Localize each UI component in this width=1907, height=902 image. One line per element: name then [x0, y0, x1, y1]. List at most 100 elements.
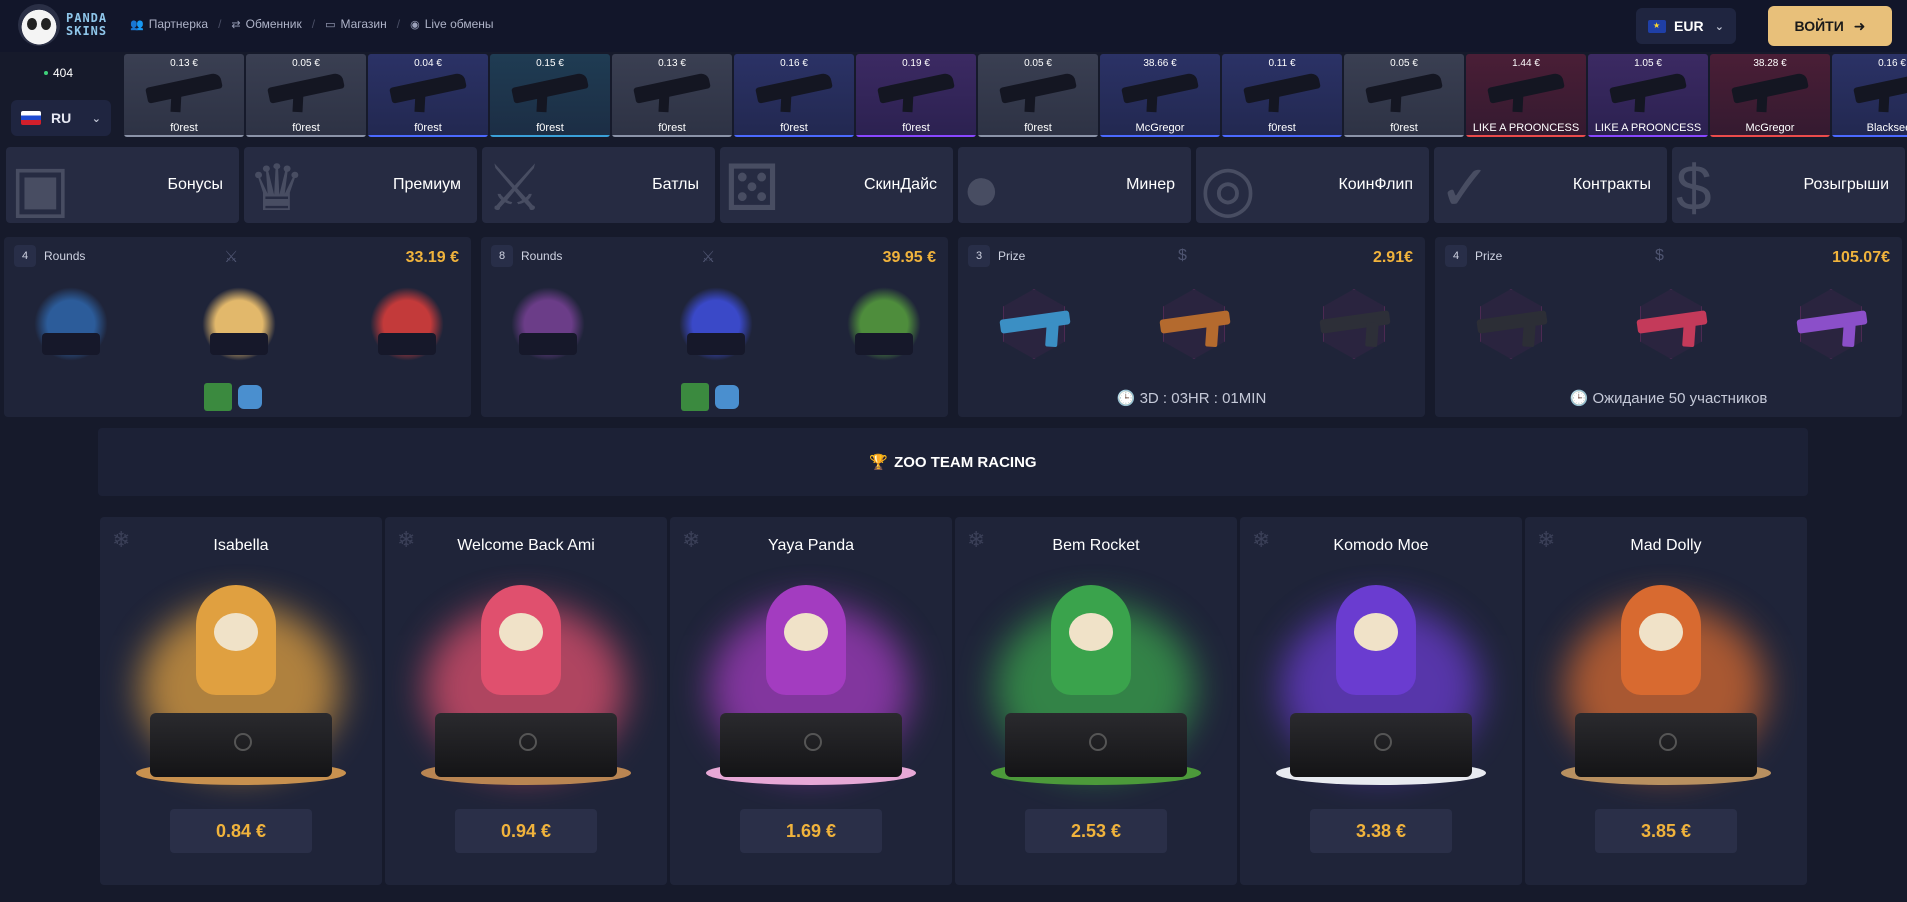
case-card[interactable]: ❄ Mad Dolly 3.85 €: [1525, 517, 1807, 885]
mode-4[interactable]: ⚄ СкинДайс: [720, 147, 953, 223]
pistol-thumbnail: [1308, 287, 1398, 361]
rarity-line: [1832, 135, 1907, 137]
drop-price: 0.05 €: [292, 58, 320, 69]
case-name: Bem Rocket: [1052, 537, 1140, 554]
contract-icon: ✓: [1438, 152, 1492, 223]
nav-partner[interactable]: 👥 Партнерка: [130, 17, 208, 31]
live-drop-item[interactable]: 0.16 € Blackseeb: [1832, 54, 1907, 137]
mode-5[interactable]: ● Минер: [958, 147, 1191, 223]
rarity-line: [246, 135, 366, 137]
battle-card[interactable]: 8 Rounds ⚔ 39.95 €: [481, 237, 948, 417]
drop-user-name: f0rest: [658, 122, 686, 134]
eu-flag-icon: [1648, 19, 1666, 33]
character-face: [214, 613, 258, 651]
live-drop-item[interactable]: 38.28 € McGregor: [1710, 54, 1830, 137]
battle-status: 3D : 03HR : 01MIN: [1139, 390, 1267, 407]
character-face: [1354, 613, 1398, 651]
mode-8[interactable]: $ Розыгрыши: [1672, 147, 1905, 223]
mode-label: Премиум: [392, 176, 461, 193]
battle-count: 8: [491, 245, 513, 267]
case-thumbnail: [370, 287, 444, 361]
case-thumbnail: [202, 287, 276, 361]
gift-icon: ▣: [10, 152, 71, 223]
chest-icon: [1575, 713, 1757, 777]
chest-icon: [1005, 713, 1187, 777]
character-face: [499, 613, 543, 651]
live-drop-item[interactable]: 0.05 € f0rest: [1344, 54, 1464, 137]
mode-3[interactable]: ⚔ Батлы: [482, 147, 715, 223]
battle-card[interactable]: 4 Prize $105.07€ 🕒 Ожидание 50 участников: [1435, 237, 1902, 417]
battle-head: 3 Prize: [968, 245, 1025, 267]
mode-7[interactable]: ✓ Контракты: [1434, 147, 1667, 223]
mode-2[interactable]: ♛ Премиум: [244, 147, 477, 223]
live-drop-item[interactable]: 0.11 € f0rest: [1222, 54, 1342, 137]
rifle-icon: [1731, 72, 1809, 104]
case-card[interactable]: ❄ Welcome Back Ami 0.94 €: [385, 517, 667, 885]
currency-select[interactable]: EUR ⌄: [1636, 8, 1736, 44]
drop-price: 1.44 €: [1512, 58, 1540, 69]
live-drop-item[interactable]: 1.44 € LIKE A PROONCESS: [1466, 54, 1586, 137]
mode-6[interactable]: ◎ КоинФлип: [1196, 147, 1429, 223]
character-face: [1639, 613, 1683, 651]
drop-user-name: f0rest: [780, 122, 808, 134]
nav-store[interactable]: ▭ Магазин: [325, 17, 387, 31]
mode-label: КоинФлип: [1338, 176, 1413, 193]
case-card[interactable]: ❄ Bem Rocket 2.53 €: [955, 517, 1237, 885]
live-drop-item[interactable]: 0.05 € f0rest: [978, 54, 1098, 137]
swords-icon: ⚔: [486, 152, 544, 223]
rarity-line: [1588, 135, 1708, 137]
battle-head: 4 Prize: [1445, 245, 1502, 267]
live-drop-item[interactable]: 0.16 € f0rest: [734, 54, 854, 137]
battle-badges: [204, 383, 262, 411]
drop-user-name: McGregor: [1135, 122, 1185, 134]
nav-live-exchanges[interactable]: ◉ Live обмены: [410, 17, 493, 31]
drop-user-name: LIKE A PROONCESS: [1594, 122, 1702, 134]
case-image: [700, 583, 922, 793]
rarity-line: [856, 135, 976, 137]
login-label: ВОЙТИ: [1794, 18, 1844, 34]
nav-label: Магазин: [340, 17, 387, 31]
live-drop-item[interactable]: 38.66 € McGregor: [1100, 54, 1220, 137]
case-price-button[interactable]: 2.53 €: [1025, 809, 1167, 853]
users-icon: 👥: [130, 18, 144, 31]
live-drop-item[interactable]: 0.04 € f0rest: [368, 54, 488, 137]
live-drop-item[interactable]: 0.15 € f0rest: [490, 54, 610, 137]
chest-icon: [1290, 713, 1472, 777]
login-button[interactable]: ВОЙТИ ➜: [1768, 6, 1892, 46]
live-drop-item[interactable]: 1.05 € LIKE A PROONCESS: [1588, 54, 1708, 137]
drop-price: 38.66 €: [1143, 58, 1177, 69]
drop-price: 0.13 €: [658, 58, 686, 69]
case-price-button[interactable]: 1.69 €: [740, 809, 882, 853]
language-select[interactable]: RU ⌄: [11, 100, 111, 136]
drop-price: 0.04 €: [414, 58, 442, 69]
drop-user-name: f0rest: [292, 122, 320, 134]
nav-exchanger[interactable]: ⇄ Обменник: [231, 17, 301, 31]
box-badge-icon: [681, 383, 709, 411]
rifle-icon: [755, 72, 833, 104]
mode-1[interactable]: ▣ Бонусы: [6, 147, 239, 223]
racing-banner[interactable]: 🏆 ZOO TEAM RACING: [98, 428, 1808, 496]
case-price-button[interactable]: 3.85 €: [1595, 809, 1737, 853]
battles-row: 4 Rounds ⚔ 33.19 € 8 Rounds ⚔ 39.95 € 3 Prize $2.9…: [4, 237, 1902, 417]
live-drop-item[interactable]: 0.05 € f0rest: [246, 54, 366, 137]
case-card[interactable]: ❄ Yaya Panda 1.69 €: [670, 517, 952, 885]
drop-user-name: Blackseeb: [1866, 122, 1907, 134]
battle-card[interactable]: 3 Prize $2.91€ 🕒 3D : 03HR : 01MIN: [958, 237, 1425, 417]
case-card[interactable]: ❄ Komodo Moe 3.38 €: [1240, 517, 1522, 885]
case-card[interactable]: ❄ Isabella 0.84 €: [100, 517, 382, 885]
live-drop-item[interactable]: 0.19 € f0rest: [856, 54, 976, 137]
bomb-icon: ●: [962, 152, 1001, 223]
rifle-icon: [1243, 72, 1321, 104]
rarity-line: [1100, 135, 1220, 137]
live-drop-item[interactable]: 0.13 € f0rest: [124, 54, 244, 137]
case-price-button[interactable]: 0.84 €: [170, 809, 312, 853]
live-drop-item[interactable]: 0.13 € f0rest: [612, 54, 732, 137]
battle-card[interactable]: 4 Rounds ⚔ 33.19 €: [4, 237, 471, 417]
case-image: [985, 583, 1207, 793]
case-price-button[interactable]: 0.94 €: [455, 809, 597, 853]
site-logo[interactable]: PANDA SKINS: [18, 4, 107, 46]
case-price-button[interactable]: 3.38 €: [1310, 809, 1452, 853]
rarity-line: [1222, 135, 1342, 137]
chest-icon: [435, 713, 617, 777]
exchange-icon: ⇄: [231, 18, 241, 31]
